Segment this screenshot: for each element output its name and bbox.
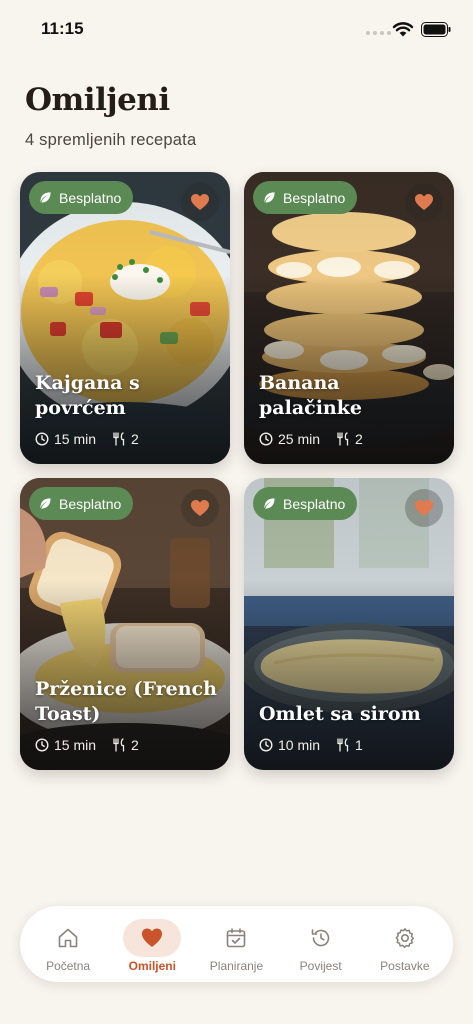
recipe-time: 15 min — [54, 737, 97, 753]
recipe-title: Omlet sa sirom — [259, 703, 421, 725]
free-badge: Besplatno — [253, 487, 358, 520]
recipe-meta: 10 min 1 — [259, 737, 363, 753]
clock-icon — [259, 738, 273, 752]
recipe-meta: 15 min 2 — [35, 737, 139, 753]
recipe-meta: 25 min 2 — [259, 431, 363, 447]
recipe-title: Prženice (French Toast) — [35, 678, 217, 725]
tab-home[interactable]: Početna — [27, 913, 109, 975]
leaf-icon — [264, 192, 275, 203]
recipe-servings: 2 — [355, 431, 363, 447]
utensils-icon — [113, 738, 125, 752]
free-badge-label: Besplatno — [59, 189, 122, 206]
heart-icon — [142, 928, 163, 947]
free-badge: Besplatno — [29, 487, 134, 520]
favorite-button[interactable] — [181, 183, 219, 221]
tab-planning-label: Planiranje — [209, 959, 264, 973]
free-badge: Besplatno — [29, 181, 134, 214]
leaf-icon — [264, 498, 275, 509]
tab-history-label: Povijest — [299, 959, 342, 973]
utensils-icon — [337, 738, 349, 752]
history-icon — [311, 929, 329, 947]
recipe-servings: 2 — [131, 737, 139, 753]
leaf-icon — [40, 192, 51, 203]
favorite-button[interactable] — [405, 489, 443, 527]
recipe-servings: 2 — [131, 431, 139, 447]
status-time: 11:15 — [41, 19, 84, 38]
home-icon — [58, 928, 78, 948]
heart-icon — [415, 194, 433, 210]
recipe-time: 25 min — [278, 431, 321, 447]
recipe-time: 10 min — [278, 737, 321, 753]
recipe-card[interactable]: Besplatno Banana palačinke 25 min 2 — [244, 172, 454, 464]
recipe-card[interactable]: Besplatno Omlet sa sirom 10 min 1 — [244, 478, 454, 770]
tab-home-label: Početna — [46, 959, 91, 973]
free-badge-label: Besplatno — [59, 495, 122, 512]
favorite-button[interactable] — [405, 183, 443, 221]
recipe-card[interactable]: Besplatno Prženice (French Toast) 15 min… — [20, 478, 230, 770]
recipe-title: Banana palačinke — [259, 372, 362, 419]
battery-icon — [421, 22, 451, 37]
clock-icon — [35, 738, 49, 752]
heart-icon — [191, 194, 209, 210]
leaf-icon — [40, 498, 51, 509]
favorite-button[interactable] — [181, 489, 219, 527]
tab-favorites-label: Omiljeni — [128, 959, 176, 973]
free-badge-label: Besplatno — [283, 189, 346, 206]
heart-icon — [415, 500, 433, 516]
free-badge: Besplatno — [253, 181, 358, 214]
cellular-signal-icon — [366, 31, 391, 35]
page-title: Omiljeni — [25, 82, 170, 118]
utensils-icon — [113, 432, 125, 446]
recipe-servings: 1 — [355, 737, 363, 753]
tab-favorites[interactable]: Omiljeni — [111, 913, 193, 975]
saved-count-subtitle: 4 spremljenih recepata — [25, 131, 197, 149]
tab-planning[interactable]: Planiranje — [195, 913, 277, 975]
tab-settings[interactable]: Postavke — [364, 913, 446, 975]
heart-icon — [191, 500, 209, 516]
utensils-icon — [337, 432, 349, 446]
bottom-tab-bar: Početna Omiljeni Planiranje Povijest Pos… — [20, 906, 453, 982]
tab-history[interactable]: Povijest — [280, 913, 362, 975]
calendar-check-icon — [227, 928, 246, 948]
wifi-icon — [392, 22, 414, 37]
free-badge-label: Besplatno — [283, 495, 346, 512]
clock-icon — [35, 432, 49, 446]
recipe-title: Kajgana s povrćem — [35, 372, 140, 419]
recipe-card[interactable]: Besplatno Kajgana s povrćem 15 min 2 — [20, 172, 230, 464]
gear-icon — [395, 928, 414, 949]
clock-icon — [259, 432, 273, 446]
tab-settings-label: Postavke — [380, 959, 430, 973]
recipe-meta: 15 min 2 — [35, 431, 139, 447]
recipe-time: 15 min — [54, 431, 97, 447]
status-bar: 11:15 — [0, 0, 473, 60]
